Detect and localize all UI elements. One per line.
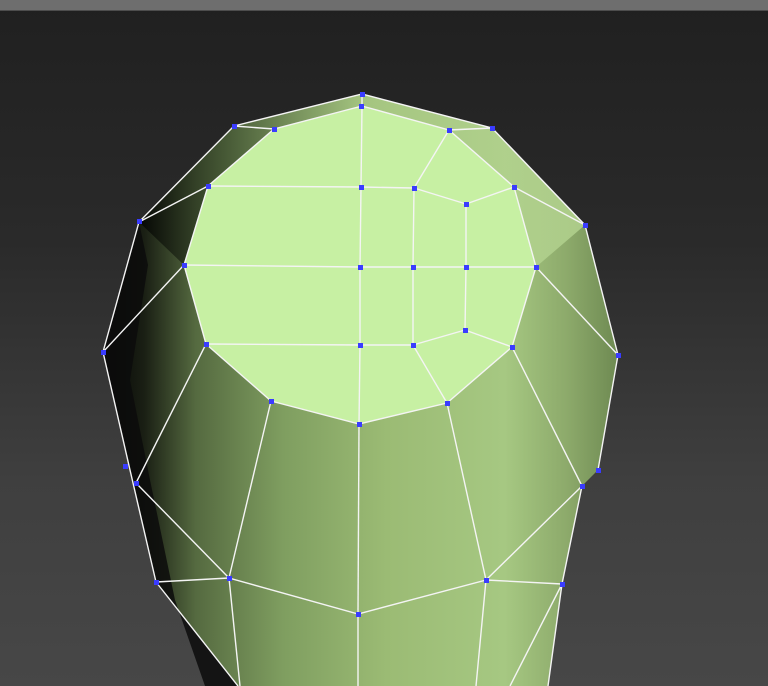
vertex[interactable] [464,202,469,207]
vertex[interactable] [534,265,539,270]
vertex[interactable] [580,484,585,489]
vertex[interactable] [358,265,363,270]
vertex[interactable] [182,263,187,268]
vertex[interactable] [358,343,363,348]
vertex[interactable] [360,92,365,97]
vertex[interactable] [411,343,416,348]
vertex[interactable] [272,127,277,132]
vertex[interactable] [484,578,489,583]
vertex[interactable] [227,576,232,581]
vertex[interactable] [206,184,211,189]
model-3d-mesh[interactable] [0,0,768,686]
vertex[interactable] [154,580,159,585]
vertex[interactable] [359,185,364,190]
vertex[interactable] [512,185,517,190]
vertex[interactable] [123,464,128,469]
vertex[interactable] [357,422,362,427]
vertex[interactable] [359,104,364,109]
vertex[interactable] [596,468,601,473]
vertex[interactable] [560,582,565,587]
viewport-perspective[interactable] [0,0,768,686]
vertex[interactable] [490,126,495,131]
vertex[interactable] [232,124,237,129]
vertex[interactable] [137,219,142,224]
vertex[interactable] [269,399,274,404]
vertex[interactable] [510,345,515,350]
vertex[interactable] [204,342,209,347]
vertex[interactable] [412,186,417,191]
vertex[interactable] [356,612,361,617]
vertex[interactable] [463,328,468,333]
vertex[interactable] [616,353,621,358]
vertex[interactable] [464,265,469,270]
vertex[interactable] [134,481,139,486]
vertex[interactable] [101,350,106,355]
vertex[interactable] [445,401,450,406]
vertex[interactable] [583,223,588,228]
vertex[interactable] [411,265,416,270]
vertex[interactable] [447,128,452,133]
